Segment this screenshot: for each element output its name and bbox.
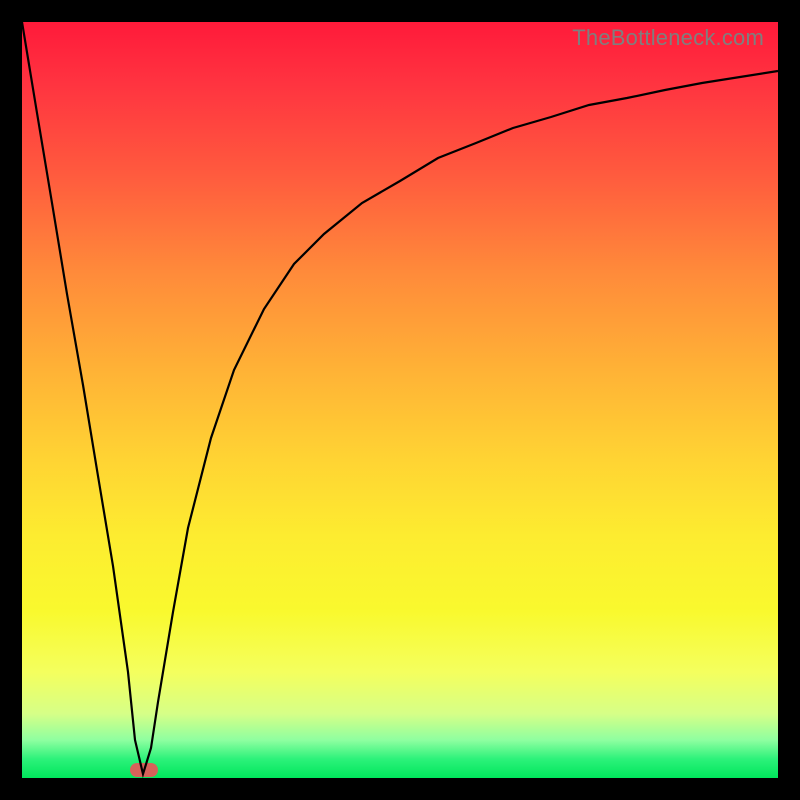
chart-plot-area: TheBottleneck.com: [22, 22, 778, 778]
watermark-text: TheBottleneck.com: [572, 25, 764, 51]
curve-path: [22, 22, 778, 774]
bottleneck-curve: [22, 22, 778, 778]
